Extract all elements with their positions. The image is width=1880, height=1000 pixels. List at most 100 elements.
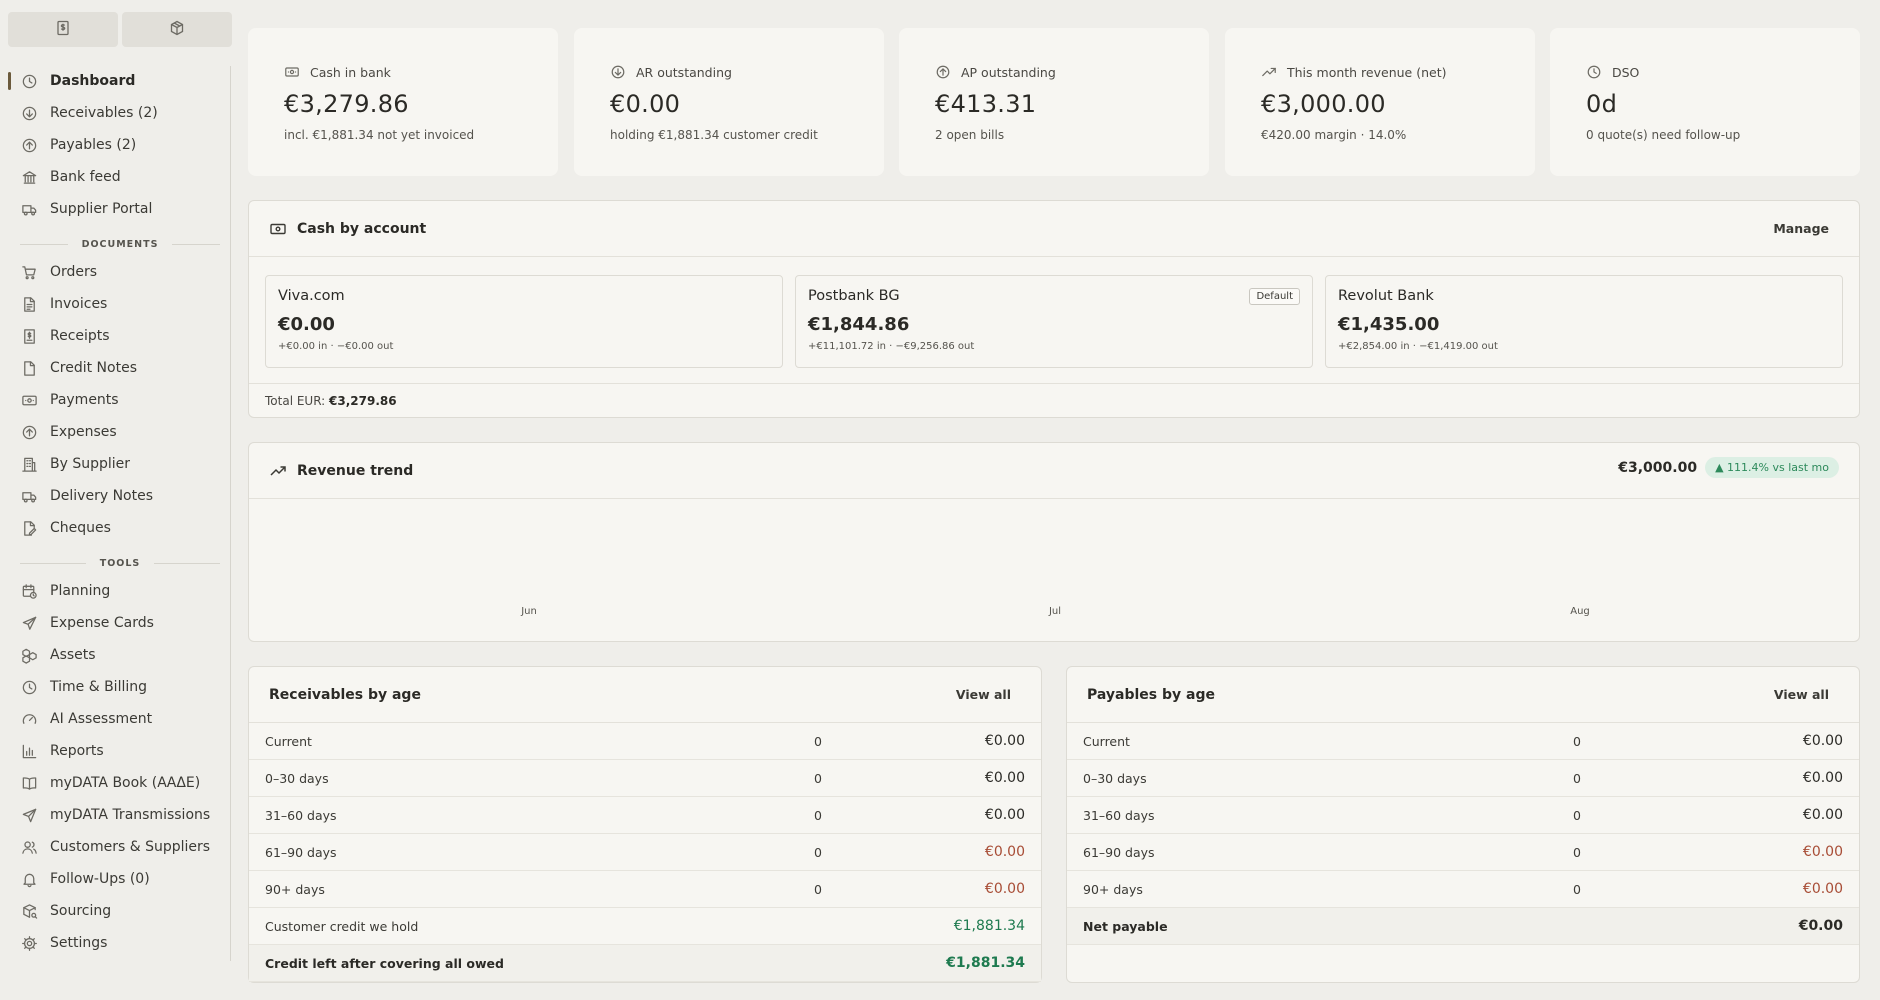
sidebar-item-by-supplier[interactable]: By Supplier <box>8 450 222 478</box>
sidebar-item-reports[interactable]: Reports <box>8 737 222 765</box>
kpi-label-wrap: Cash in bank <box>284 64 558 80</box>
sidebar-item-bank-feed[interactable]: Bank feed <box>8 163 222 191</box>
age-row-customer-credit-we-hold[interactable]: Customer credit we hold €1,881.34 <box>249 908 1041 945</box>
inventory-switch-button[interactable] <box>122 12 232 47</box>
sidebar-item-invoices[interactable]: Invoices <box>8 290 222 318</box>
sidebar-item-dashboard[interactable]: Dashboard <box>8 67 222 95</box>
kpi-card-this-month-revenue-net[interactable]: This month revenue (net) €3,000.00 €420.00… <box>1225 28 1535 176</box>
kpi-label-wrap: DSO <box>1586 64 1860 80</box>
trending-up-icon <box>1261 64 1277 80</box>
kpi-card-cash-in-bank[interactable]: Cash in bank €3,279.86 incl. €1,881.34 not… <box>248 28 558 176</box>
age-bucket-label: Current <box>1083 733 1130 749</box>
age-bucket-count: 0 <box>1573 807 1581 823</box>
cash-by-account-title-wrap: Cash by account <box>269 220 426 238</box>
age-bucket-label: Customer credit we hold <box>265 918 419 934</box>
sidebar-item-supplier-portal[interactable]: Supplier Portal <box>8 195 222 223</box>
trending-up-icon <box>269 462 287 480</box>
sidebar-item-delivery-notes[interactable]: Delivery Notes <box>8 482 222 510</box>
age-row-61-90-days[interactable]: 61–90 days 0 €0.00 <box>249 834 1041 871</box>
account-balance: €1,435.00 <box>1338 314 1440 335</box>
age-bucket-amount: €1,881.34 <box>946 955 1025 971</box>
age-bucket-amount: €0.00 <box>1802 844 1843 860</box>
age-bucket-count: 0 <box>1573 881 1581 897</box>
x-tick-label: Jul <box>1048 606 1062 617</box>
calendar-clock-icon <box>20 582 38 600</box>
age-bucket-amount: €0.00 <box>984 770 1025 786</box>
sidebar-item-planning[interactable]: Planning <box>8 577 222 605</box>
age-bucket-label: 90+ days <box>265 881 325 897</box>
sidebar-item-ai-assessment[interactable]: AI Assessment <box>8 705 222 733</box>
sidebar-item-mydata-book[interactable]: myDATA Book (ΑΑΔΕ) <box>8 769 222 797</box>
finance-switch-button[interactable] <box>8 12 118 47</box>
age-bucket-label: 31–60 days <box>1083 807 1155 823</box>
revenue-trend-header: Revenue trend €3,000.00 ▲ 111.4% vs last… <box>249 443 1859 499</box>
account-card-revolut-bank[interactable]: Revolut Bank €1,435.00 +€2,854.00 in · −€1… <box>1325 275 1843 368</box>
payables-view-all-link[interactable]: View all <box>1774 687 1829 702</box>
sidebar-item-label: Payments <box>50 392 119 408</box>
sidebar-item-sourcing[interactable]: Sourcing <box>8 897 222 925</box>
sidebar-item-payments[interactable]: Payments <box>8 386 222 414</box>
kpi-value: €3,000.00 <box>1261 90 1386 118</box>
sidebar-item-settings[interactable]: Settings <box>8 929 222 957</box>
sidebar-item-expenses[interactable]: Expenses <box>8 418 222 446</box>
plane-icon <box>20 614 38 632</box>
sidebar-item-customers-suppliers[interactable]: Customers & Suppliers <box>8 833 222 861</box>
account-card-postbank-bg[interactable]: Postbank BG €1,844.86 +€11,101.72 in · −€9… <box>795 275 1313 368</box>
sidebar-item-follow-ups-0[interactable]: Follow-Ups (0) <box>8 865 222 893</box>
sidebar-item-orders[interactable]: Orders <box>8 258 222 286</box>
kpi-label-wrap: This month revenue (net) <box>1261 64 1535 80</box>
sidebar-item-label: Time & Billing <box>50 679 148 695</box>
sidebar-item-mydata-transmissions[interactable]: myDATA Transmissions <box>8 801 222 829</box>
arrow-up-circle-icon <box>20 136 38 154</box>
book-icon <box>20 774 38 792</box>
age-bucket-count: 0 <box>814 770 822 786</box>
age-row-current[interactable]: Current 0 €0.00 <box>249 723 1041 760</box>
cart-icon <box>20 263 38 281</box>
account-balance: €0.00 <box>278 314 335 335</box>
kpi-label: This month revenue (net) <box>1287 64 1447 80</box>
receivables-view-all-link[interactable]: View all <box>956 687 1011 702</box>
age-row-90-days[interactable]: 90+ days 0 €0.00 <box>1067 871 1859 908</box>
sidebar-item-label: Cheques <box>50 520 111 536</box>
banknote-icon <box>20 391 38 409</box>
sidebar-item-assets[interactable]: Assets <box>8 641 222 669</box>
account-card-viva-com[interactable]: Viva.com €0.00 +€0.00 in · −€0.00 out <box>265 275 783 368</box>
arrow-down-circle-icon <box>20 104 38 122</box>
banknote-icon <box>269 220 287 238</box>
manage-accounts-link[interactable]: Manage <box>1773 221 1829 236</box>
receipt-icon <box>20 327 38 345</box>
age-bucket-count: 0 <box>814 881 822 897</box>
age-row-90-days[interactable]: 90+ days 0 €0.00 <box>249 871 1041 908</box>
age-bucket-amount: €0.00 <box>984 733 1025 749</box>
kpi-card-dso[interactable]: DSO 0d 0 quote(s) need follow-up <box>1550 28 1860 176</box>
sidebar-item-label: Credit Notes <box>50 360 137 376</box>
sidebar-item-payables-2[interactable]: Payables (2) <box>8 131 222 159</box>
bank-icon <box>20 168 38 186</box>
age-row-0-30-days[interactable]: 0–30 days 0 €0.00 <box>249 760 1041 797</box>
x-tick-label: Jun <box>521 606 537 617</box>
kpi-subtext: 0 quote(s) need follow-up <box>1586 128 1741 142</box>
clock-icon <box>1586 64 1602 80</box>
age-row-31-60-days[interactable]: 31–60 days 0 €0.00 <box>1067 797 1859 834</box>
sidebar-item-expense-cards[interactable]: Expense Cards <box>8 609 222 637</box>
kpi-card-ap-outstanding[interactable]: AP outstanding €413.31 2 open bills <box>899 28 1209 176</box>
age-bucket-count: 0 <box>1573 844 1581 860</box>
sidebar-item-cheques[interactable]: Cheques <box>8 514 222 542</box>
age-row-31-60-days[interactable]: 31–60 days 0 €0.00 <box>249 797 1041 834</box>
revenue-trend-panel: Revenue trend €3,000.00 ▲ 111.4% vs last… <box>248 442 1860 642</box>
sidebar-item-label: Settings <box>50 935 108 951</box>
sidebar-item-label: myDATA Book (ΑΑΔΕ) <box>50 775 201 791</box>
age-bucket-label: Net payable <box>1083 918 1168 934</box>
age-bucket-amount: €0.00 <box>1802 807 1843 823</box>
age-row-61-90-days[interactable]: 61–90 days 0 €0.00 <box>1067 834 1859 871</box>
sidebar-item-receipts[interactable]: Receipts <box>8 322 222 350</box>
kpi-card-ar-outstanding[interactable]: AR outstanding €0.00 holding €1,881.34 cus… <box>574 28 884 176</box>
revenue-trend-amount: €3,000.00 <box>1618 459 1698 476</box>
age-row-0-30-days[interactable]: 0–30 days 0 €0.00 <box>1067 760 1859 797</box>
sidebar-item-receivables-2[interactable]: Receivables (2) <box>8 99 222 127</box>
sidebar-item-time-billing[interactable]: Time & Billing <box>8 673 222 701</box>
account-name: Viva.com <box>278 288 345 304</box>
age-row-current[interactable]: Current 0 €0.00 <box>1067 723 1859 760</box>
sidebar-item-credit-notes[interactable]: Credit Notes <box>8 354 222 382</box>
sidebar-item-label: Receipts <box>50 328 110 344</box>
